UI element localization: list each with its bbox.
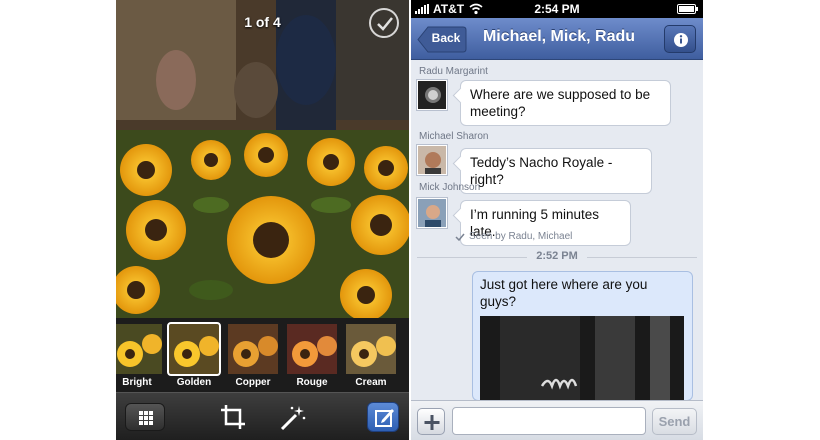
- filter-thumbnail: [228, 324, 278, 374]
- select-check-button[interactable]: [369, 8, 399, 38]
- navigation-bar: Back Michael, Mick, Radu: [411, 18, 703, 60]
- info-icon: [674, 33, 688, 47]
- filter-strip: Bright Golden Copper Rouge Cream: [116, 318, 409, 392]
- grid-button[interactable]: [125, 403, 165, 431]
- outgoing-message-text: Just got here where are you guys?: [480, 277, 648, 309]
- time-divider: 2:52 PM: [417, 250, 697, 264]
- seen-status: Seen by Radu, Michael: [469, 231, 573, 242]
- avatar[interactable]: [417, 145, 447, 175]
- avatar[interactable]: [417, 80, 447, 110]
- filter-label: Golden: [176, 377, 212, 388]
- filter-label: Rouge: [296, 377, 328, 388]
- message-bubble: Where are we supposed to be meeting?: [460, 80, 671, 126]
- message-bubble: Teddy’s Nacho Royale - right?: [460, 148, 652, 194]
- filter-thumbnail: [116, 324, 162, 374]
- conversation-title: Michael, Mick, Radu: [482, 28, 636, 45]
- filter-copper[interactable]: Copper: [228, 324, 278, 390]
- attached-photo[interactable]: [480, 316, 684, 406]
- battery-icon: [677, 4, 698, 14]
- divider-time: 2:52 PM: [536, 250, 578, 262]
- plus-icon: [424, 415, 440, 430]
- checkmark-icon: [377, 17, 393, 31]
- crop-icon[interactable]: [220, 404, 246, 430]
- sender-name: Mick Johnson: [419, 182, 481, 193]
- info-button[interactable]: [664, 25, 696, 53]
- sender-name: Michael Sharon: [419, 131, 489, 142]
- status-time: 2:54 PM: [534, 2, 580, 16]
- send-button[interactable]: Send: [652, 408, 697, 435]
- outgoing-message-bubble: Just got here where are you guys?: [472, 271, 693, 406]
- status-bar: AT&T 2:54 PM: [411, 0, 703, 18]
- seen-check-icon: [455, 233, 465, 241]
- message-text: Teddy’s Nacho Royale - right?: [470, 155, 613, 187]
- grid-icon: [139, 411, 153, 425]
- sender-name: Radu Margarint: [419, 66, 488, 77]
- attach-button[interactable]: [417, 408, 445, 435]
- back-label: Back: [431, 31, 461, 45]
- back-button[interactable]: Back: [417, 26, 467, 53]
- compose-icon: [375, 409, 394, 427]
- filter-golden[interactable]: Golden: [167, 322, 221, 390]
- compose-button[interactable]: [367, 402, 399, 432]
- filter-thumbnail: [287, 324, 337, 374]
- filter-rouge[interactable]: Rouge: [287, 324, 337, 390]
- message-composer: Send: [411, 400, 703, 440]
- filter-cream[interactable]: Cream: [346, 324, 396, 390]
- messenger-screen: AT&T 2:54 PM Back Michael, Mick, Radu Ra: [411, 0, 703, 440]
- message-input[interactable]: [452, 407, 646, 435]
- filter-thumbnail: [346, 324, 396, 374]
- filter-label: Cream: [355, 377, 387, 388]
- filter-thumbnail: [167, 322, 221, 376]
- avatar[interactable]: [417, 198, 447, 228]
- photo-counter: 1 of 4: [244, 14, 281, 30]
- filter-bright[interactable]: Bright: [116, 324, 162, 390]
- magic-wand-icon[interactable]: [279, 404, 307, 432]
- photo-editor-screen: 1 of 4 Bright Golden Copper Rouge Cream: [116, 0, 409, 440]
- message-text: Where are we supposed to be meeting?: [470, 87, 651, 119]
- editor-toolbar: [116, 392, 409, 440]
- sunflower-photo: [116, 0, 409, 318]
- filter-label: Copper: [235, 377, 271, 388]
